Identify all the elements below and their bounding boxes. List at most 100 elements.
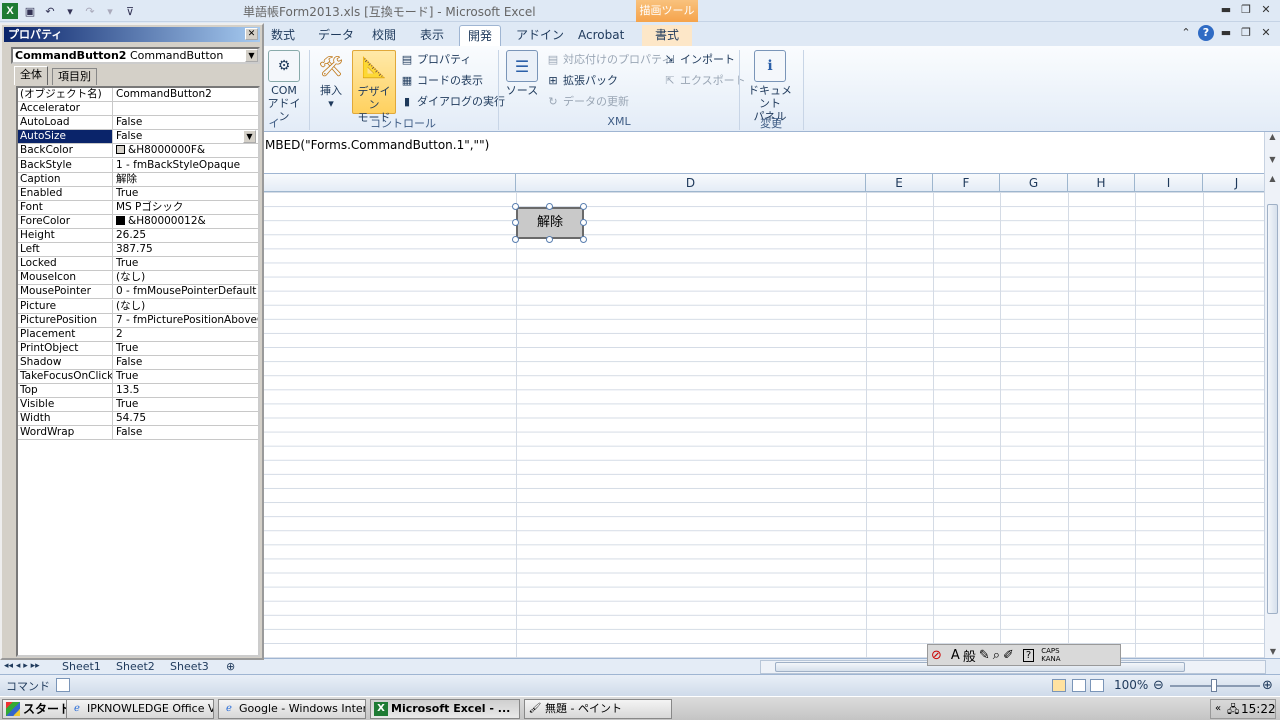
scroll-down-icon[interactable]: ▼ — [1265, 155, 1280, 164]
resize-handle[interactable] — [580, 236, 587, 243]
run-dialog-button[interactable]: ▮ ダイアログの実行 — [400, 93, 505, 111]
property-row[interactable]: Width 54.75 — [18, 412, 258, 427]
property-value[interactable]: 解除 — [114, 173, 258, 186]
property-row[interactable]: Locked True — [18, 257, 258, 272]
taskbar-item-ipknowledge[interactable]: ℯ IPKNOWLEDGE Office V... — [66, 699, 214, 719]
sheet-tab-2[interactable]: Sheet2 — [116, 659, 155, 674]
help-icon[interactable]: ? — [1198, 25, 1214, 41]
com-addins-button[interactable]: ⚙ COM アドイン — [264, 50, 304, 123]
macro-record-icon[interactable] — [56, 678, 70, 692]
close-icon[interactable]: ✕ — [1258, 2, 1274, 18]
property-value[interactable]: 26.25 — [114, 229, 258, 242]
property-value[interactable]: True — [114, 187, 258, 200]
undo-dropdown-icon[interactable]: ▾ — [62, 3, 78, 19]
property-row[interactable]: AutoLoad False — [18, 116, 258, 131]
property-value[interactable]: MS Pゴシック — [114, 201, 258, 214]
property-row[interactable]: PicturePosition 7 - fmPicturePositionAbov… — [18, 313, 258, 328]
xml-source-button[interactable]: ☰ ソース — [502, 50, 542, 112]
property-value[interactable]: False — [114, 356, 258, 369]
insert-sheet-icon[interactable]: ⊕ — [226, 659, 235, 674]
resize-handle[interactable] — [512, 219, 519, 226]
taskbar-item-paint[interactable]: 🖌 無題 - ペイント — [524, 699, 672, 719]
redo-icon[interactable]: ↷ — [82, 3, 98, 19]
ime-help-icon[interactable]: ? — [1022, 648, 1035, 662]
column-header-d[interactable]: D — [516, 174, 866, 192]
ime-conversion[interactable]: 般 — [963, 646, 976, 665]
property-value[interactable]: 54.75 — [114, 412, 258, 425]
property-value[interactable]: (なし) — [114, 271, 258, 284]
doc-minimize-icon[interactable]: ▬ — [1218, 25, 1234, 41]
scroll-down-icon[interactable]: ▼ — [1265, 647, 1280, 656]
property-row[interactable]: PrintObject True — [18, 341, 258, 356]
vertical-scrollbar[interactable]: ▲ ▼ — [1264, 174, 1280, 658]
command-button-release[interactable]: 解除 — [516, 207, 584, 239]
property-value[interactable]: 2 — [114, 328, 258, 341]
property-row[interactable]: Height 26.25 — [18, 229, 258, 244]
zoom-level[interactable]: 100% — [1114, 678, 1148, 692]
chevron-down-icon[interactable]: ▼ — [245, 49, 258, 62]
property-row[interactable]: AutoSize False ▼ — [18, 130, 258, 145]
network-icon[interactable]: 🖧 — [1227, 701, 1239, 719]
taskbar-item-google[interactable]: ℯ Google - Windows Intern... — [218, 699, 366, 719]
property-row[interactable]: TakeFocusOnClick True — [18, 370, 258, 385]
formula-text[interactable]: MBED("Forms.CommandButton.1","") — [265, 138, 489, 152]
property-value[interactable]: 7 - fmPicturePositionAboveCe — [114, 314, 258, 327]
page-break-view-icon[interactable] — [1090, 679, 1104, 692]
export-button[interactable]: ⇱ エクスポート — [663, 72, 745, 90]
object-selector[interactable]: CommandButton2 CommandButton ▼ — [11, 47, 260, 64]
property-value[interactable]: False — [114, 116, 258, 129]
column-header-e[interactable]: E — [866, 174, 933, 192]
expansion-pack-button[interactable]: ⊞ 拡張パック — [546, 72, 618, 90]
tab-developer[interactable]: 開発 — [459, 25, 502, 46]
properties-button[interactable]: ▤ プロパティ — [400, 51, 472, 69]
ime-pad-icon[interactable]: ✎ — [979, 648, 990, 663]
zoom-in-icon[interactable]: ⊕ — [1262, 678, 1273, 693]
property-row[interactable]: MousePointer 0 - fmMousePointerDefault — [18, 285, 258, 300]
close-icon[interactable]: ✕ — [245, 28, 258, 40]
tab-formulas[interactable]: 数式 — [263, 25, 303, 46]
property-value[interactable]: &H8000000F& — [114, 144, 258, 157]
properties-title-bar[interactable]: プロパティ ✕ — [4, 27, 260, 42]
taskbar-item-excel[interactable]: X Microsoft Excel - ... — [370, 699, 520, 719]
redo-dropdown-icon[interactable]: ▾ — [102, 3, 118, 19]
ime-search-icon[interactable]: ⌕ — [993, 648, 1000, 663]
refresh-data-button[interactable]: ↻ データの更新 — [546, 93, 629, 111]
property-row[interactable]: WordWrap False — [18, 426, 258, 441]
undo-icon[interactable]: ↶ — [42, 3, 58, 19]
page-layout-view-icon[interactable] — [1072, 679, 1086, 692]
resize-handle[interactable] — [546, 203, 553, 210]
tab-acrobat[interactable]: Acrobat — [570, 25, 632, 46]
property-value[interactable]: 387.75 — [114, 243, 258, 256]
property-row[interactable]: Placement 2 — [18, 327, 258, 342]
property-value[interactable]: 13.5 — [114, 384, 258, 397]
vertical-scroll-thumb[interactable] — [1267, 204, 1278, 614]
tab-addins[interactable]: アドイン — [508, 25, 572, 46]
ime-mode-char[interactable]: A — [951, 648, 960, 663]
column-header-i[interactable]: I — [1135, 174, 1203, 192]
view-code-button[interactable]: ▦ コードの表示 — [400, 72, 483, 90]
normal-view-icon[interactable] — [1052, 679, 1066, 692]
column-header-j[interactable]: J — [1203, 174, 1264, 192]
property-value[interactable]: (なし) — [114, 300, 258, 313]
save-icon[interactable]: ▣ — [22, 3, 38, 19]
property-row[interactable]: Left 387.75 — [18, 243, 258, 258]
property-value[interactable]: True — [114, 370, 258, 383]
property-value[interactable]: False — [114, 426, 258, 439]
property-row[interactable]: Font MS Pゴシック — [18, 200, 258, 215]
tab-categorized[interactable]: 項目別 — [52, 68, 97, 85]
customize-qat-icon[interactable]: ⊽ — [122, 3, 138, 19]
column-header-f[interactable]: F — [933, 174, 1000, 192]
doc-close-icon[interactable]: ✕ — [1258, 25, 1274, 41]
chevron-down-icon[interactable]: ▼ — [243, 130, 256, 144]
property-row[interactable]: ForeColor &H80000012& — [18, 214, 258, 229]
tray-expand-icon[interactable]: « — [1215, 700, 1221, 718]
import-button[interactable]: ⇲ インポート — [663, 51, 735, 69]
zoom-out-icon[interactable]: ⊖ — [1153, 678, 1164, 693]
zoom-slider-knob[interactable] — [1211, 679, 1217, 692]
formula-bar-scrollbar[interactable]: ▲ ▼ — [1264, 132, 1280, 174]
resize-handle[interactable] — [546, 236, 553, 243]
design-mode-button[interactable]: 📐 デザイン モード — [352, 50, 396, 124]
property-value[interactable] — [114, 102, 258, 115]
tab-format[interactable]: 書式 — [642, 25, 692, 46]
property-value[interactable]: 1 - fmBackStyleOpaque — [114, 159, 258, 172]
